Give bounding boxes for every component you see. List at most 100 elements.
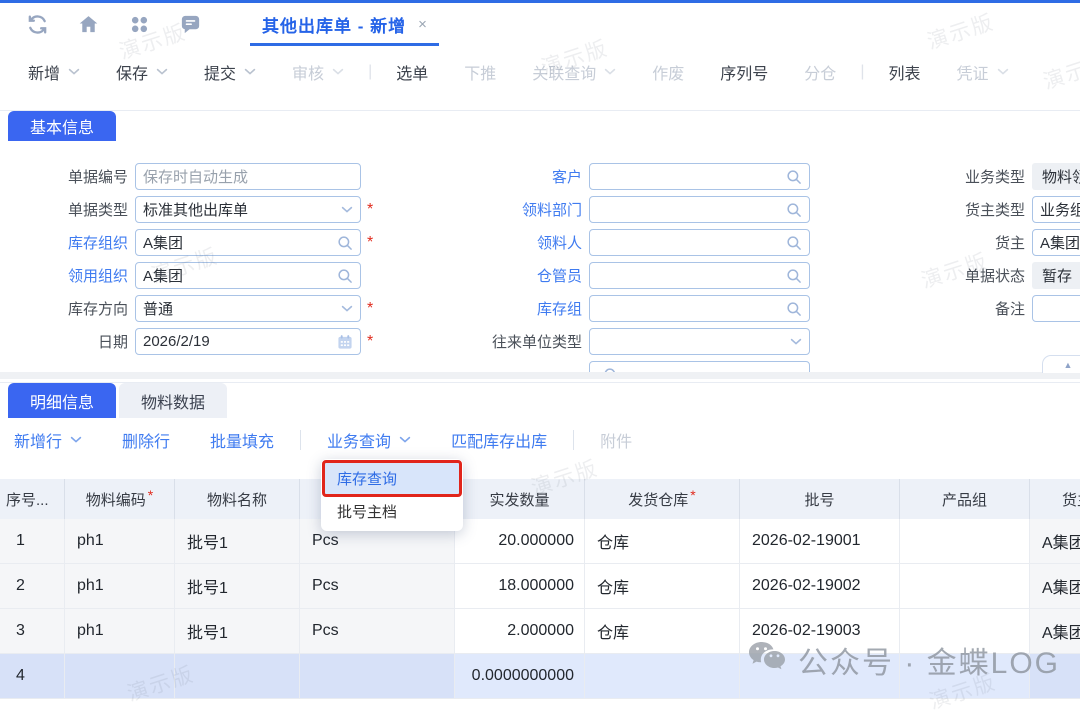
requisition-org-search-icon[interactable] bbox=[337, 268, 353, 284]
toolbar-sub-warehouse-button[interactable]: 分仓 bbox=[804, 60, 836, 84]
requisition-org-label[interactable]: 领用组织 bbox=[0, 265, 128, 286]
grid-cell[interactable] bbox=[175, 654, 300, 698]
detail-add-row-button[interactable]: 新增行 bbox=[14, 428, 82, 452]
picker-input[interactable] bbox=[589, 229, 810, 256]
grid-cell[interactable]: 批号1 bbox=[175, 564, 300, 608]
toolbar-save-button[interactable]: 保存 bbox=[116, 60, 168, 84]
grid-cell[interactable] bbox=[1030, 654, 1080, 698]
stock-org-input[interactable]: A集团 bbox=[135, 229, 361, 256]
toolbar-push-down-button[interactable]: 下推 bbox=[464, 60, 496, 84]
doc-type-input[interactable]: 标准其他出库单 bbox=[135, 196, 361, 223]
stock-group-label[interactable]: 库存组 bbox=[440, 298, 582, 319]
apps-grid-icon[interactable] bbox=[128, 13, 151, 36]
stock-group-search-icon[interactable] bbox=[786, 301, 802, 317]
owner-type-input[interactable]: 业务组织 bbox=[1032, 196, 1080, 223]
document-tab[interactable]: 其他出库单 - 新增 × bbox=[250, 3, 439, 46]
tab-basic-info[interactable]: 基本信息 bbox=[8, 111, 116, 141]
menu-item-batch-master[interactable]: 批号主档 bbox=[324, 495, 460, 528]
grid-cell[interactable]: 1 bbox=[0, 519, 65, 563]
basic-col3: 业务类型物料领用货主类型业务组织货主A集团单据状态暂存备注 bbox=[890, 163, 1080, 328]
detail-batch-fill-button[interactable]: 批量填充 bbox=[210, 428, 274, 452]
grid-cell[interactable] bbox=[900, 654, 1030, 698]
detail-business-query-button[interactable]: 业务查询 bbox=[327, 428, 411, 452]
grid-cell[interactable]: 0.0000000000 bbox=[455, 654, 585, 698]
grid-cell[interactable] bbox=[900, 609, 1030, 653]
toolbar-serial-number-button[interactable]: 序列号 bbox=[720, 60, 768, 84]
grid-cell[interactable]: 批号1 bbox=[175, 519, 300, 563]
toolbar-voucher-button[interactable]: 凭证 bbox=[956, 60, 1008, 84]
grid-cell[interactable]: A集团 bbox=[1030, 519, 1080, 563]
picker-search-icon[interactable] bbox=[786, 235, 802, 251]
grid-cell[interactable]: Pcs bbox=[300, 609, 455, 653]
grid-cell[interactable]: 仓库 bbox=[585, 564, 740, 608]
remark-input[interactable] bbox=[1032, 295, 1080, 322]
stock-group-input[interactable] bbox=[589, 295, 810, 322]
stock-org-label[interactable]: 库存组织 bbox=[0, 232, 128, 253]
picking-dept-label[interactable]: 领料部门 bbox=[440, 199, 582, 220]
toolbar-new-button[interactable]: 新增 bbox=[28, 60, 80, 84]
grid-cell[interactable]: 仓库 bbox=[585, 609, 740, 653]
date-calendar-icon[interactable] bbox=[337, 334, 353, 350]
grid-cell[interactable] bbox=[65, 654, 175, 698]
grid-cell[interactable] bbox=[585, 654, 740, 698]
picking-dept-input[interactable] bbox=[589, 196, 810, 223]
grid-cell[interactable] bbox=[740, 654, 900, 698]
partner-type-input[interactable] bbox=[589, 328, 810, 355]
customer-search-icon[interactable] bbox=[786, 169, 802, 185]
grid-column-label: 物料编码 bbox=[86, 489, 146, 510]
home-icon[interactable] bbox=[77, 13, 100, 36]
grid-cell[interactable]: 18.000000 bbox=[455, 564, 585, 608]
tab-close-icon[interactable]: × bbox=[418, 16, 427, 33]
grid-cell[interactable]: 批号1 bbox=[175, 609, 300, 653]
grid-cell[interactable]: 4 bbox=[0, 654, 65, 698]
grid-cell[interactable] bbox=[900, 519, 1030, 563]
customer-input[interactable] bbox=[589, 163, 810, 190]
toolbar-list-button[interactable]: 列表 bbox=[888, 60, 920, 84]
date-input[interactable]: 2026/2/19 bbox=[135, 328, 361, 355]
detail-match-stock-outbound-button[interactable]: 匹配库存出库 bbox=[451, 428, 547, 452]
toolbar-submit-button[interactable]: 提交 bbox=[204, 60, 256, 84]
detail-attachment-button[interactable]: 附件 bbox=[600, 428, 632, 452]
toolbar-select-bill-button[interactable]: 选单 bbox=[396, 60, 428, 84]
toolbar-related-query-button[interactable]: 关联查询 bbox=[532, 60, 616, 84]
app-logo-icon[interactable] bbox=[26, 13, 49, 36]
stock-direction-input[interactable]: 普通 bbox=[135, 295, 361, 322]
collapse-form-button[interactable]: ▲ bbox=[1042, 355, 1080, 373]
tab-material-data[interactable]: 物料数据 bbox=[119, 383, 227, 418]
grid-cell[interactable]: ph1 bbox=[65, 609, 175, 653]
grid-cell[interactable] bbox=[900, 564, 1030, 608]
picker-label[interactable]: 领料人 bbox=[440, 232, 582, 253]
grid-cell[interactable]: 2 bbox=[0, 564, 65, 608]
owner-input[interactable]: A集团 bbox=[1032, 229, 1080, 256]
warehouse-keeper-label[interactable]: 仓管员 bbox=[440, 265, 582, 286]
grid-cell[interactable]: ph1 bbox=[65, 564, 175, 608]
warehouse-keeper-search-icon[interactable] bbox=[786, 268, 802, 284]
grid-cell[interactable]: 2026-02-19001 bbox=[740, 519, 900, 563]
grid-cell[interactable]: A集团 bbox=[1030, 564, 1080, 608]
grid-cell[interactable]: Pcs bbox=[300, 564, 455, 608]
grid-cell[interactable]: ph1 bbox=[65, 519, 175, 563]
toolbar-audit-label: 审核 bbox=[292, 60, 324, 84]
stock-org-search-icon[interactable] bbox=[337, 235, 353, 251]
clipped-input[interactable] bbox=[589, 361, 810, 372]
grid-cell[interactable]: 3 bbox=[0, 609, 65, 653]
grid-cell[interactable] bbox=[300, 654, 455, 698]
grid-cell[interactable]: 2.000000 bbox=[455, 609, 585, 653]
toolbar-audit-button[interactable]: 审核 bbox=[292, 60, 344, 84]
message-icon[interactable] bbox=[179, 13, 202, 36]
toolbar-void-button[interactable]: 作废 bbox=[652, 60, 684, 84]
grid-cell[interactable]: 2026-02-19002 bbox=[740, 564, 900, 608]
grid-cell[interactable]: 2026-02-19003 bbox=[740, 609, 900, 653]
warehouse-keeper-input[interactable] bbox=[589, 262, 810, 289]
tab-detail-info[interactable]: 明细信息 bbox=[8, 383, 116, 418]
menu-item-stock-query[interactable]: 库存查询 bbox=[324, 462, 460, 495]
picking-dept-search-icon[interactable] bbox=[786, 202, 802, 218]
doc-no-input[interactable]: 保存时自动生成 bbox=[135, 163, 361, 190]
customer-label[interactable]: 客户 bbox=[440, 166, 582, 187]
grid-cell[interactable]: 仓库 bbox=[585, 519, 740, 563]
grid-cell[interactable]: A集团 bbox=[1030, 609, 1080, 653]
grid-cell[interactable]: 20.000000 bbox=[455, 519, 585, 563]
detail-delete-row-button[interactable]: 删除行 bbox=[122, 428, 170, 452]
detail-business-query-label: 业务查询 bbox=[327, 428, 391, 452]
requisition-org-input[interactable]: A集团 bbox=[135, 262, 361, 289]
